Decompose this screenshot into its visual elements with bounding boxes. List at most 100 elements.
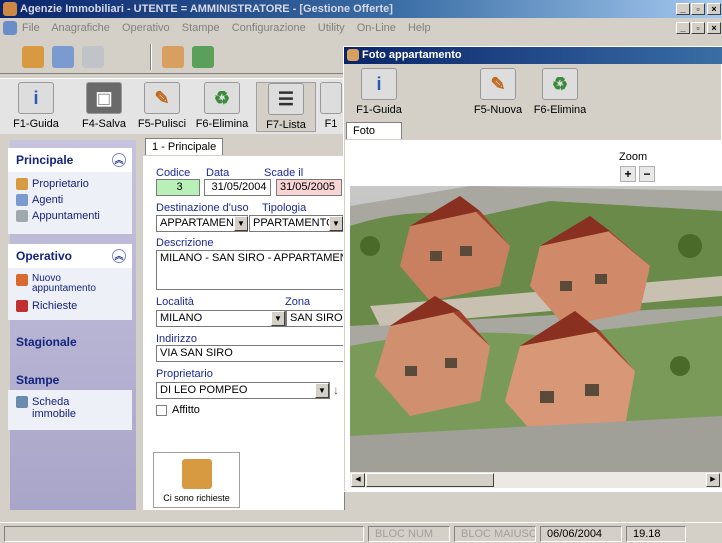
agents-icon[interactable] [52, 46, 74, 68]
sidebar-item-nuovo-appuntamento[interactable]: Nuovo appuntamento [16, 274, 112, 294]
maximize-button[interactable]: ▫ [691, 3, 705, 15]
descrizione-textarea[interactable]: MILANO - SAN SIRO - APPARTAMENTO E [156, 250, 345, 290]
chevron-down-icon[interactable]: ▼ [315, 383, 329, 398]
collapse-icon[interactable]: ︽ [112, 153, 126, 167]
recycle-bin-icon: ♻ [542, 68, 578, 100]
pencil-icon: ✎ [144, 82, 180, 114]
info-icon: i [18, 82, 54, 114]
codice-label: Codice [156, 167, 191, 179]
scroll-thumb[interactable] [366, 473, 494, 487]
menu-anagrafiche[interactable]: Anagrafiche [51, 22, 110, 34]
status-message [4, 526, 364, 542]
minimize-button[interactable]: _ [676, 3, 690, 15]
zoom-label: Zoom [619, 151, 648, 163]
destinazione-label: Destinazione d'uso [156, 202, 249, 214]
tab-principale[interactable]: 1 - Principale [145, 138, 224, 155]
photo-horizontal-scrollbar[interactable]: ◀ ▶ [350, 472, 722, 488]
menu-help[interactable]: Help [408, 22, 431, 34]
user-icon[interactable] [192, 46, 214, 68]
briefcase-icon[interactable] [162, 46, 184, 68]
close-button[interactable]: × [707, 3, 721, 15]
menu-configurazione[interactable]: Configurazione [232, 22, 306, 34]
sidebar-item-appuntamenti[interactable]: Appuntamenti [16, 210, 100, 222]
sidebar-item-proprietario[interactable]: Proprietario [16, 178, 89, 190]
main-title-bar: Agenzie Immobiliari - UTENTE = AMMINISTR… [0, 0, 722, 18]
stagionale-title: Stagionale [16, 335, 77, 349]
tipologia-label: Tipologia [262, 202, 307, 214]
f4-salva-button[interactable]: ▣ F4-Salva [74, 82, 134, 132]
operativo-title: Operativo [16, 249, 73, 263]
sidebar-item-label: Appuntamenti [32, 210, 100, 222]
sidebar-item-richieste[interactable]: Richieste [16, 300, 77, 312]
toolbar-separator [150, 44, 152, 70]
ci-sono-richieste-button[interactable]: Ci sono richieste [153, 452, 240, 508]
app-icon[interactable] [3, 2, 17, 16]
proprietario-label: Proprietario [156, 368, 213, 380]
menu-bar: File Anagrafiche Operativo Stampe Config… [0, 18, 722, 38]
proprietario-select[interactable]: DI LEO POMPEO [156, 382, 330, 399]
zoom-in-button[interactable]: + [620, 166, 636, 182]
photo-f5-nuova-button[interactable]: ✎ F5-Nuova [468, 68, 528, 118]
zoom-out-button[interactable]: − [639, 166, 655, 182]
menu-stampe[interactable]: Stampe [182, 22, 220, 34]
f1-guida-button[interactable]: i F1-Guida [6, 82, 66, 132]
chevron-down-icon[interactable]: ▼ [271, 311, 285, 326]
doc-maximize-button[interactable]: ▫ [691, 22, 705, 34]
owner-icon [16, 178, 28, 190]
photo-f1-guida-label: F1-Guida [356, 104, 402, 116]
principale-header[interactable]: Principale ︽ [8, 148, 132, 172]
scroll-right-icon[interactable]: ▶ [706, 473, 720, 487]
menu-operativo[interactable]: Operativo [122, 22, 170, 34]
indirizzo-label: Indirizzo [156, 333, 197, 345]
localita-select[interactable]: MILANO [156, 310, 286, 327]
agents-icon [16, 194, 28, 206]
f5-pulisci-button[interactable]: ✎ F5-Pulisci [132, 82, 192, 132]
photo-f5-nuova-label: F5-Nuova [473, 104, 523, 116]
data-field[interactable]: 31/05/2004 [204, 179, 271, 196]
data-label: Data [206, 167, 230, 179]
photo-window-icon[interactable] [347, 49, 359, 61]
doc-close-button[interactable]: × [707, 22, 721, 34]
photo-f1-guida-button[interactable]: i F1-Guida [349, 68, 409, 118]
appointments-icon[interactable] [82, 46, 104, 68]
menu-utility[interactable]: Utility [318, 22, 345, 34]
status-time: 19.18 [626, 526, 686, 542]
menu-online[interactable]: On-Line [357, 22, 396, 34]
apartment-photo [350, 186, 722, 472]
indirizzo-field[interactable]: VIA SAN SIRO [156, 345, 345, 362]
sidebar-item-label: Proprietario [32, 178, 89, 190]
pencil-icon: ✎ [480, 68, 516, 100]
codice-field[interactable]: 3 [156, 179, 200, 196]
document-icon[interactable] [3, 21, 17, 35]
zona-label: Zona [285, 296, 311, 308]
arrow-down-icon[interactable]: ↓ [333, 383, 339, 397]
status-date: 06/06/2004 [540, 526, 622, 542]
f1-more-button[interactable]: F1 [318, 82, 344, 132]
photo-window-title-bar: Foto appartamento [344, 47, 722, 64]
doc-minimize-button[interactable]: _ [676, 22, 690, 34]
menu-file[interactable]: File [22, 22, 40, 34]
sidebar-item-scheda-immobile[interactable]: Scheda immobile [16, 396, 106, 420]
f7-lista-button[interactable]: ☰ F7-Lista [256, 82, 316, 132]
stampe-header[interactable]: Stampe [8, 368, 132, 392]
print-icon [16, 396, 28, 408]
stagionale-header[interactable]: Stagionale [8, 330, 132, 354]
chevron-down-icon[interactable]: ▼ [329, 216, 343, 231]
sidebar-item-agenti[interactable]: Agenti [16, 194, 63, 206]
collapse-icon[interactable]: ︽ [112, 249, 126, 263]
affitto-checkbox[interactable] [156, 405, 167, 416]
chevron-down-icon[interactable]: ▼ [234, 216, 248, 231]
localita-label: Località [156, 296, 194, 308]
scade-field[interactable]: 31/05/2005 [276, 179, 342, 196]
sidebar-item-label: Nuovo appuntamento [32, 273, 96, 294]
recycle-bin-icon: ♻ [204, 82, 240, 114]
f4-salva-label: F4-Salva [81, 118, 127, 130]
zona-field[interactable]: SAN SIRO [286, 310, 345, 327]
photo-f6-elimina-button[interactable]: ♻ F6-Elimina [530, 68, 590, 118]
f6-elimina-button[interactable]: ♻ F6-Elimina [192, 82, 252, 132]
owner-icon[interactable] [22, 46, 44, 68]
richieste-label: Ci sono richieste [163, 493, 230, 503]
scroll-left-icon[interactable]: ◀ [351, 473, 365, 487]
operativo-header[interactable]: Operativo ︽ [8, 244, 132, 268]
tab-foto[interactable]: Foto [346, 122, 402, 139]
